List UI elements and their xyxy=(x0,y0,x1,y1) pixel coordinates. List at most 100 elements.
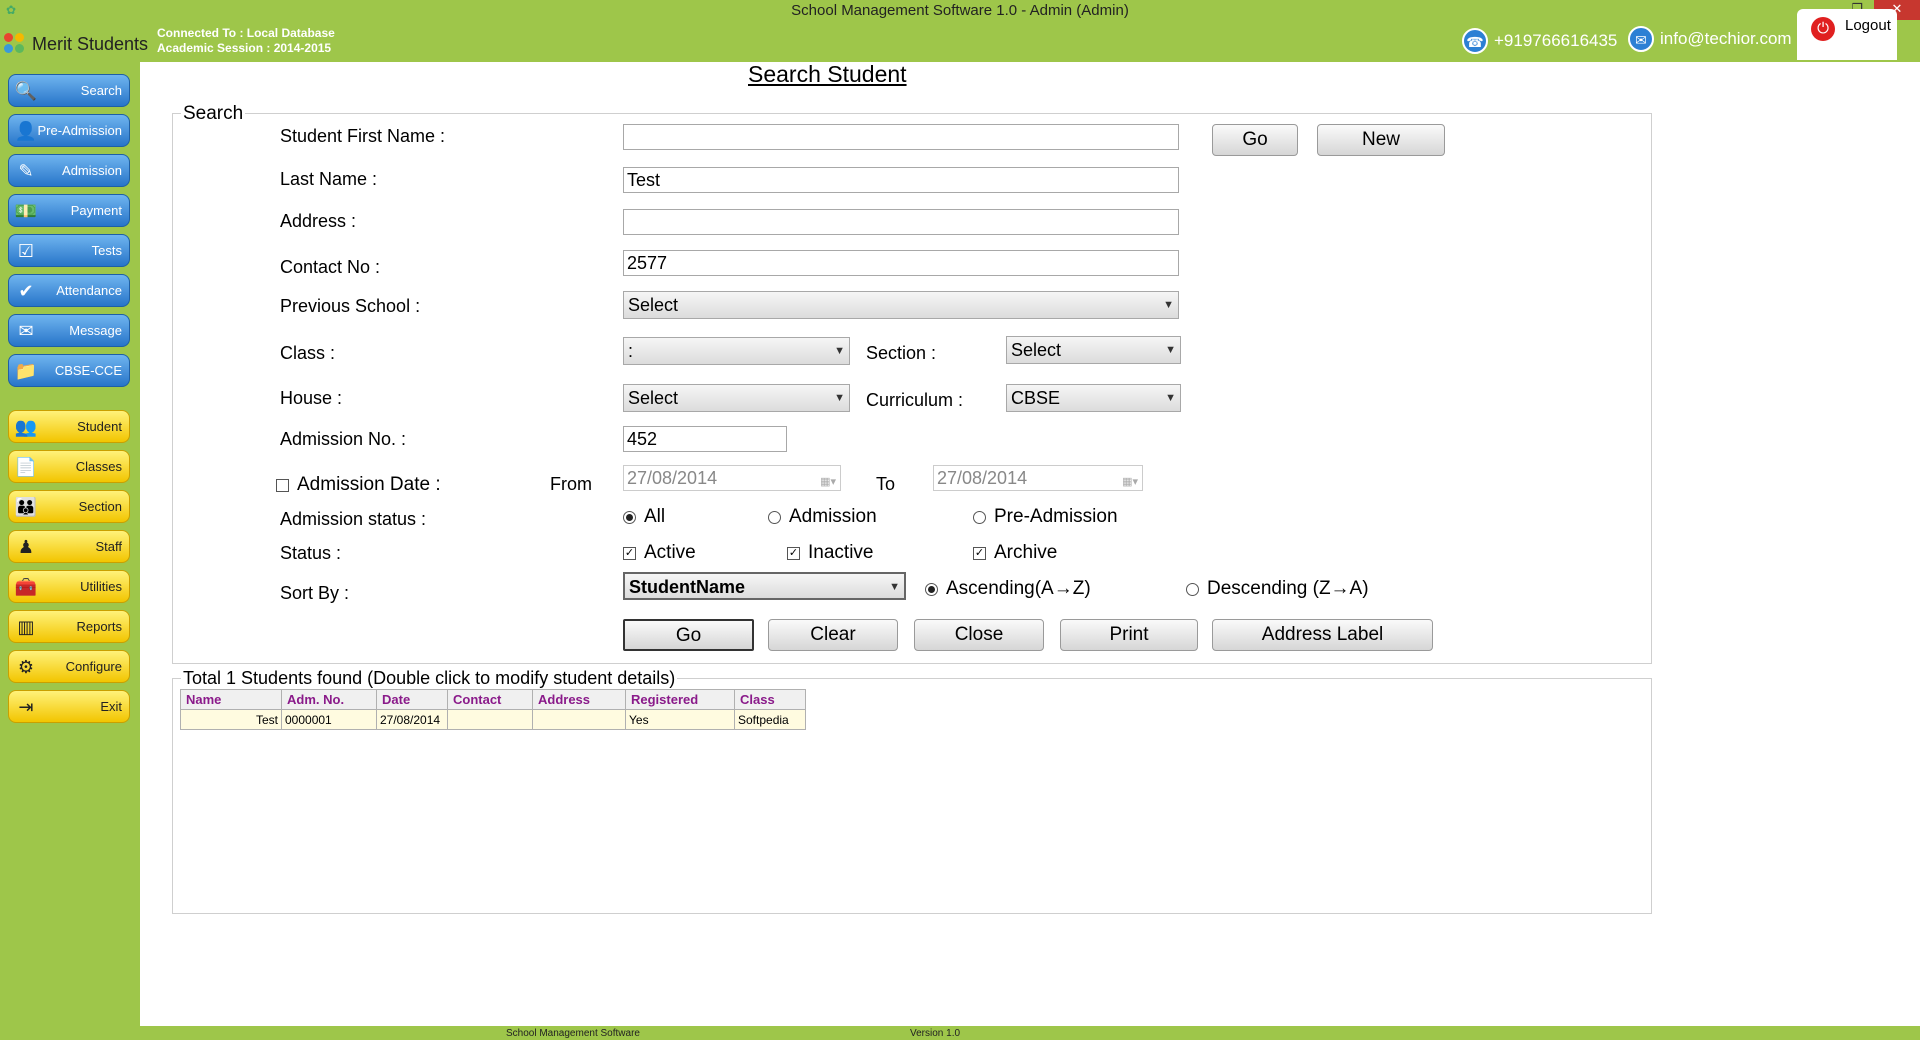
phone-icon: ☎ xyxy=(1462,28,1488,54)
section-select[interactable]: Select ▼ xyxy=(1006,336,1181,364)
class-select[interactable]: : ▼ xyxy=(623,337,850,365)
folder-icon: 📁 xyxy=(14,361,38,381)
go-button[interactable]: Go xyxy=(623,619,754,651)
sidebar-item-configure[interactable]: ⚙ Configure xyxy=(8,650,130,683)
admission-status-label: Admission status : xyxy=(280,509,427,529)
cell-registered[interactable]: Yes xyxy=(625,709,735,730)
chevron-down-icon: ▼ xyxy=(1165,392,1176,404)
sidebar-item-admission[interactable]: ✎ Admission xyxy=(8,154,130,187)
curriculum-select[interactable]: CBSE ▼ xyxy=(1006,384,1181,412)
status-pre-admission-radio[interactable]: Pre-Admission xyxy=(973,506,1118,528)
radio-dot xyxy=(925,582,938,596)
sidebar-item-label: CBSE-CCE xyxy=(54,363,122,378)
descending-radio[interactable]: Descending (Z→A) xyxy=(1186,578,1369,600)
sort-by-select[interactable]: StudentName ▼ xyxy=(623,572,906,600)
toolbox-icon: 🧰 xyxy=(14,577,38,597)
sidebar-item-payment[interactable]: 💵 Payment xyxy=(8,194,130,227)
go-top-button[interactable]: Go xyxy=(1212,124,1298,156)
status-all-radio[interactable]: All xyxy=(623,506,665,528)
sidebar-item-label: Admission xyxy=(62,163,122,178)
checklist-icon: ☑ xyxy=(17,241,35,261)
sidebar-item-cbse-cce[interactable]: 📁 CBSE-CCE xyxy=(8,354,130,387)
from-date-picker[interactable]: 27/08/2014 ▦▾ xyxy=(623,465,841,491)
sidebar-item-utilities[interactable]: 🧰 Utilities xyxy=(8,570,130,603)
clear-button[interactable]: Clear xyxy=(768,619,898,651)
column-header[interactable]: Adm. No. xyxy=(281,689,377,710)
sidebar-item-label: Utilities xyxy=(80,579,122,594)
pencil-icon: ✎ xyxy=(18,161,34,181)
cell-class[interactable]: Softpedia xyxy=(734,709,806,730)
search-icon: 🔍 xyxy=(14,81,38,101)
status-left-text: School Management Software xyxy=(506,1028,640,1039)
sidebar-item-message[interactable]: ✉ Message xyxy=(8,314,130,347)
column-header[interactable]: Registered xyxy=(625,689,735,710)
status-admission-radio[interactable]: Admission xyxy=(768,506,877,528)
sort-by-label: Sort By : xyxy=(280,583,350,603)
ascending-radio[interactable]: Ascending(A→Z) xyxy=(925,578,1091,600)
sidebar-item-exit[interactable]: ⇥ Exit xyxy=(8,690,130,723)
chevron-down-icon: ▼ xyxy=(1165,344,1176,356)
sidebar-item-reports[interactable]: ▥ Reports xyxy=(8,610,130,643)
sidebar-item-tests[interactable]: ☑ Tests xyxy=(8,234,130,267)
inactive-checkbox[interactable]: ✓ Inactive xyxy=(787,542,873,564)
column-header[interactable]: Class xyxy=(734,689,806,710)
cell-address[interactable] xyxy=(532,709,626,730)
previous-school-select[interactable]: Select ▼ xyxy=(623,291,1179,319)
column-header[interactable]: Address xyxy=(532,689,626,710)
students-icon: 👥 xyxy=(14,417,38,437)
sidebar-item-classes[interactable]: 📄 Classes xyxy=(8,450,130,483)
contact-input[interactable] xyxy=(623,250,1179,276)
app-header: Merit Students Connected To : Local Data… xyxy=(0,22,1920,62)
sidebar-item-label: Configure xyxy=(65,659,122,674)
previous-school-label: Previous School : xyxy=(280,296,421,316)
table-row[interactable]: Test 0000001 27/08/2014 Yes Softpedia xyxy=(180,709,806,730)
exit-icon: ⇥ xyxy=(18,697,34,717)
sidebar-item-staff[interactable]: ♟ Staff xyxy=(8,530,130,563)
sidebar-item-label: Pre-Admission xyxy=(37,123,122,138)
first-name-input[interactable] xyxy=(623,124,1179,150)
cell-contact[interactable] xyxy=(447,709,533,730)
from-date-value: 27/08/2014 xyxy=(627,468,718,488)
gear-icon: ⚙ xyxy=(17,657,35,677)
close-button[interactable]: Close xyxy=(914,619,1044,651)
sidebar-item-label: Tests xyxy=(91,243,122,258)
new-button[interactable]: New xyxy=(1317,124,1445,156)
sidebar-item-label: Search xyxy=(80,83,122,98)
radio-dot xyxy=(1186,582,1199,596)
active-checkbox[interactable]: ✓ Active xyxy=(623,542,696,564)
column-header[interactable]: Date xyxy=(376,689,448,710)
admission-date-checkbox[interactable]: Admission Date : xyxy=(276,474,441,496)
calendar-icon: ▦▾ xyxy=(1122,476,1138,488)
house-value: Select xyxy=(628,388,679,408)
cell-name[interactable]: Test xyxy=(180,709,282,730)
active-label: Active xyxy=(644,542,696,563)
column-header[interactable]: Contact xyxy=(447,689,533,710)
sidebar-item-section[interactable]: 👪 Section xyxy=(8,490,130,523)
sidebar-item-pre-admission[interactable]: 👤 Pre-Admission xyxy=(8,114,130,147)
class-value: : xyxy=(628,341,634,361)
search-groupbox xyxy=(172,113,1652,664)
column-header[interactable]: Name xyxy=(180,689,282,710)
chart-icon: ▥ xyxy=(17,617,35,637)
logo-dots-icon xyxy=(4,33,26,55)
admission-no-input[interactable] xyxy=(623,426,787,452)
sidebar-item-student[interactable]: 👥 Student xyxy=(8,410,130,443)
sidebar-item-label: Staff xyxy=(95,539,122,554)
cell-adm-no[interactable]: 0000001 xyxy=(281,709,377,730)
sidebar-item-search[interactable]: 🔍 Search xyxy=(8,74,130,107)
app-name: Merit Students xyxy=(32,33,149,54)
status-label: Status : xyxy=(280,543,342,563)
sidebar-item-attendance[interactable]: ✔ Attendance xyxy=(8,274,130,307)
address-label-button[interactable]: Address Label xyxy=(1212,619,1433,651)
address-label: Address : xyxy=(280,211,357,231)
logout-button[interactable]: ⏻ Logout xyxy=(1797,9,1897,60)
house-select[interactable]: Select ▼ xyxy=(623,384,850,412)
address-input[interactable] xyxy=(623,209,1179,235)
print-button[interactable]: Print xyxy=(1060,619,1198,651)
last-name-input[interactable] xyxy=(623,167,1179,193)
to-date-picker[interactable]: 27/08/2014 ▦▾ xyxy=(933,465,1143,491)
archive-checkbox[interactable]: ✓ Archive xyxy=(973,542,1057,564)
to-label: To xyxy=(876,474,896,494)
previous-school-value: Select xyxy=(628,295,679,315)
cell-date[interactable]: 27/08/2014 xyxy=(376,709,448,730)
